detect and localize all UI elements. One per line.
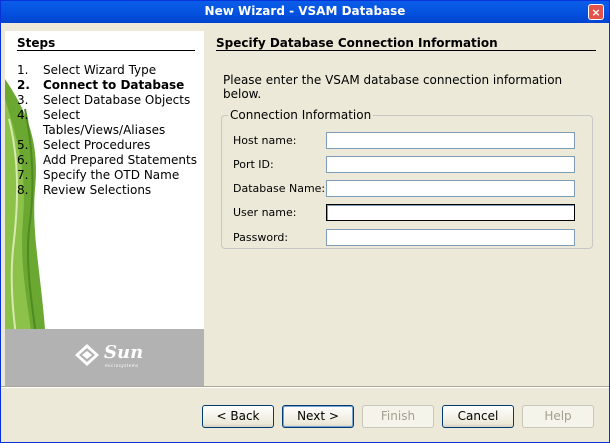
step-item: 1. Select Wizard Type [17,63,203,78]
database-name-input[interactable] [326,180,575,197]
steps-heading: Steps [17,36,56,50]
button-bar-separator [1,386,609,388]
branding-panel: Sun microsystems [5,329,204,386]
steps-panel: Steps 1. Select Wizard Type 2. Connect to … [5,31,204,386]
steps-list: 1. Select Wizard Type 2. Connect to Databa… [17,63,203,198]
step-label: Review Selections [43,183,152,197]
connection-info-legend: Connection Information [230,108,372,122]
connection-info-group: Connection Information Host name: Port I… [221,108,593,249]
step-label: Connect to Database [43,78,185,92]
content-heading: Specify Database Connection Information [216,36,498,50]
step-number: 1. [17,63,29,77]
step-number: 6. [17,153,29,167]
sun-logo-subtext: microsystems [105,363,139,368]
step-item-current: 2. Connect to Database [17,78,203,93]
host-name-input[interactable] [326,132,575,149]
step-number: 4. [17,108,29,122]
content-panel: Specify Database Connection Information … [204,31,604,386]
step-label: Select Procedures [43,138,151,152]
steps-divider [17,50,195,51]
content-divider [216,50,596,51]
sun-logo-text: Sun [104,342,144,363]
host-name-label: Host name: [233,134,297,147]
window-title: New Wizard - VSAM Database [204,4,406,18]
cancel-button[interactable]: Cancel [442,405,514,428]
step-item: 3. Select Database Objects [17,93,203,108]
password-label: Password: [233,231,289,244]
step-item: 8. Review Selections [17,183,203,198]
close-button[interactable]: × [588,4,604,20]
port-id-input[interactable] [326,156,575,173]
port-id-label: Port ID: [233,158,274,171]
step-label: Select Database Objects [43,93,191,107]
database-name-label: Database Name: [233,182,326,195]
title-bar[interactable]: New Wizard - VSAM Database × [1,1,609,23]
next-button[interactable]: Next > [282,405,354,428]
step-number: 2. [17,78,30,92]
user-name-label: User name: [233,206,297,219]
intro-text: Please enter the VSAM database connectio… [223,73,563,101]
back-button[interactable]: < Back [202,405,274,428]
help-button[interactable]: Help [522,405,594,428]
user-name-input[interactable] [326,204,575,221]
step-number: 5. [17,138,29,152]
sun-diamond-icon [75,344,99,366]
step-number: 3. [17,93,29,107]
step-item: 6. Add Prepared Statements [17,153,203,168]
step-item: 5. Select Procedures [17,138,203,153]
step-item: 7. Specify the OTD Name [17,168,203,183]
step-label: Select Wizard Type [43,63,157,77]
step-label: Select Tables/Views/Aliases [43,108,166,137]
step-number: 7. [17,168,29,182]
sun-logo: Sun microsystems [75,341,145,369]
step-item: 4. Select Tables/Views/Aliases [17,108,203,138]
password-input[interactable] [326,229,575,246]
step-number: 8. [17,183,29,197]
finish-button[interactable]: Finish [362,405,434,428]
wizard-window: New Wizard - VSAM Database × Steps 1. Sel… [0,0,610,443]
step-label: Specify the OTD Name [43,168,180,182]
step-label: Add Prepared Statements [43,153,197,167]
